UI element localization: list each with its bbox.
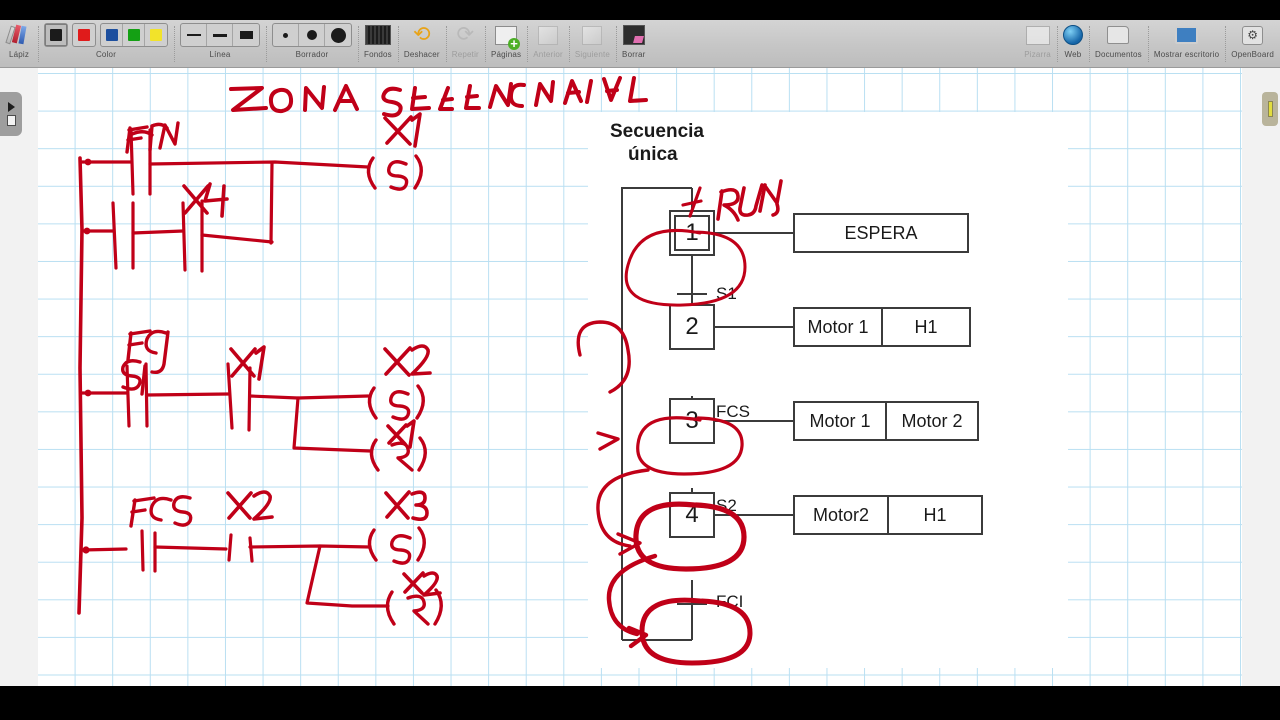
openboard-window: Lápiz Color Línea Borrador Fondos ⟲ Desh…: [0, 0, 1280, 720]
color-swatch-red[interactable]: [73, 24, 95, 46]
backgrounds-icon[interactable]: [364, 25, 391, 45]
button-borrar-label: Borrar: [622, 50, 646, 59]
cursor-icon[interactable]: [7, 102, 15, 112]
button-paginas-label: Páginas: [490, 50, 522, 59]
sfc-action-box-2: Motor 1 H1: [793, 307, 971, 347]
clear-page-icon[interactable]: [622, 25, 645, 45]
redo-icon: ⟳: [456, 23, 475, 46]
toolgroup-pencil[interactable]: Lápiz: [0, 20, 38, 68]
sfc-transition-s2: S2: [716, 496, 737, 515]
eraser-size-selector[interactable]: [272, 23, 352, 47]
sfc-structure: [621, 187, 793, 641]
line-width-selector[interactable]: [180, 23, 260, 47]
toolgroup-next: Siguiente: [568, 20, 616, 68]
button-openboard-label: OpenBoard: [1231, 50, 1274, 59]
toolgroup-web[interactable]: Web: [1056, 20, 1089, 68]
pages-stack-icon[interactable]: [6, 115, 16, 126]
sfc-action-box-3: Motor 1 Motor 2: [793, 401, 979, 441]
sfc-action-3-1: Motor 1: [795, 403, 887, 439]
left-stylus-palette[interactable]: [0, 92, 22, 136]
toolgroup-eraser[interactable]: Borrador: [266, 20, 358, 68]
add-page-icon[interactable]: [495, 25, 521, 50]
sfc-action-2-1: Motor 1: [795, 309, 883, 345]
toolgroup-undo[interactable]: ⟲ Deshacer: [397, 20, 446, 68]
sfc-step-4: 4: [669, 492, 715, 538]
gear-icon[interactable]: ⚙: [1242, 25, 1264, 45]
button-pizarra-label: Pizarra: [1024, 50, 1051, 59]
color-swatch-rest-group[interactable]: [100, 23, 168, 47]
sfc-transition-s1: S1: [716, 284, 737, 303]
eraser-small-icon[interactable]: [273, 24, 299, 46]
sfc-action-3-2: Motor 2: [901, 410, 963, 431]
highlighter-icon[interactable]: [1267, 101, 1273, 117]
right-palette[interactable]: [1262, 92, 1278, 126]
color-swatch-blue[interactable]: [101, 24, 123, 46]
main-toolbar: Lápiz Color Línea Borrador Fondos ⟲ Desh…: [0, 20, 1280, 68]
sfc-transition-fci: FCI: [716, 592, 744, 611]
sfc-step-2: 2: [669, 304, 715, 350]
globe-icon[interactable]: [1062, 25, 1083, 45]
line-thin-icon[interactable]: [181, 24, 207, 46]
toolgroup-pages[interactable]: Páginas: [484, 20, 527, 68]
toolgroup-redo: ⟳ Repetir: [445, 20, 485, 68]
sfc-action-box-4: Motor2 H1: [793, 495, 983, 535]
toolgroup-eraser-label: Borrador: [295, 50, 329, 59]
undo-icon[interactable]: ⟲: [413, 24, 431, 45]
toolgroup-openboard[interactable]: ⚙ OpenBoard: [1225, 20, 1280, 68]
button-repetir-label: Repetir: [451, 50, 479, 59]
toolgroup-color-label: Color: [95, 50, 117, 59]
color-swatch-black-group[interactable]: [44, 23, 68, 47]
button-deshacer-label: Deshacer: [403, 50, 440, 59]
sfc-diagram-image[interactable]: Secuencia única 1 2 3 4 S1 FCS S2 FCI ES…: [588, 112, 1068, 668]
toolgroup-line-label: Línea: [209, 50, 231, 59]
bottom-letterbox: [0, 686, 1280, 720]
toolgroup-prev: Anterior: [527, 20, 569, 68]
canvas-right-margin: [1242, 68, 1280, 686]
line-medium-icon[interactable]: [207, 24, 233, 46]
toolgroup-color[interactable]: Color: [38, 20, 174, 68]
line-thick-icon[interactable]: [233, 24, 259, 46]
color-swatch-green[interactable]: [123, 24, 145, 46]
toolgroup-pencil-label: Lápiz: [8, 50, 30, 59]
sfc-action-2-2: H1: [914, 316, 938, 337]
toolgroup-fondos[interactable]: Fondos: [358, 20, 398, 68]
button-web-label: Web: [1064, 50, 1082, 59]
eraser-large-icon[interactable]: [325, 24, 351, 46]
color-swatch-black[interactable]: [45, 24, 67, 46]
button-anterior-label: Anterior: [533, 50, 563, 59]
toolgroup-desktop[interactable]: Mostrar escritorio: [1147, 20, 1225, 68]
sfc-action-box-1: ESPERA: [793, 213, 969, 253]
color-swatch-red-group[interactable]: [72, 23, 96, 47]
button-documentos-label: Documentos: [1094, 50, 1142, 59]
top-letterbox: [0, 0, 1280, 20]
color-swatch-yellow[interactable]: [145, 24, 167, 46]
board-icon: [1025, 25, 1050, 45]
sfc-action-4-1: Motor2: [795, 497, 889, 533]
toolgroup-board: Pizarra: [1018, 20, 1057, 68]
button-fondos-label: Fondos: [364, 50, 392, 59]
sfc-action-4-2: H1: [923, 504, 947, 525]
button-siguiente-label: Siguiente: [574, 50, 611, 59]
sfc-step-1: 1: [669, 210, 715, 256]
next-page-icon: [582, 25, 603, 45]
pencil-icon[interactable]: [5, 24, 32, 46]
sfc-transition-fcs: FCS: [716, 402, 750, 421]
toolgroup-line[interactable]: Línea: [174, 20, 266, 68]
board-canvas[interactable]: Secuencia única 1 2 3 4 S1 FCS S2 FCI ES…: [0, 68, 1280, 686]
canvas-left-margin: [0, 68, 38, 686]
eraser-medium-icon[interactable]: [299, 24, 325, 46]
button-escritorio-label: Mostrar escritorio: [1153, 50, 1220, 59]
folder-icon[interactable]: [1107, 26, 1130, 44]
toolgroup-clear[interactable]: Borrar: [616, 20, 651, 68]
sfc-step-3: 3: [669, 398, 715, 444]
toolgroup-documents[interactable]: Documentos: [1088, 20, 1148, 68]
previous-page-icon: [538, 25, 559, 45]
sfc-action-1-1: ESPERA: [844, 222, 918, 243]
monitor-icon[interactable]: [1175, 26, 1199, 44]
